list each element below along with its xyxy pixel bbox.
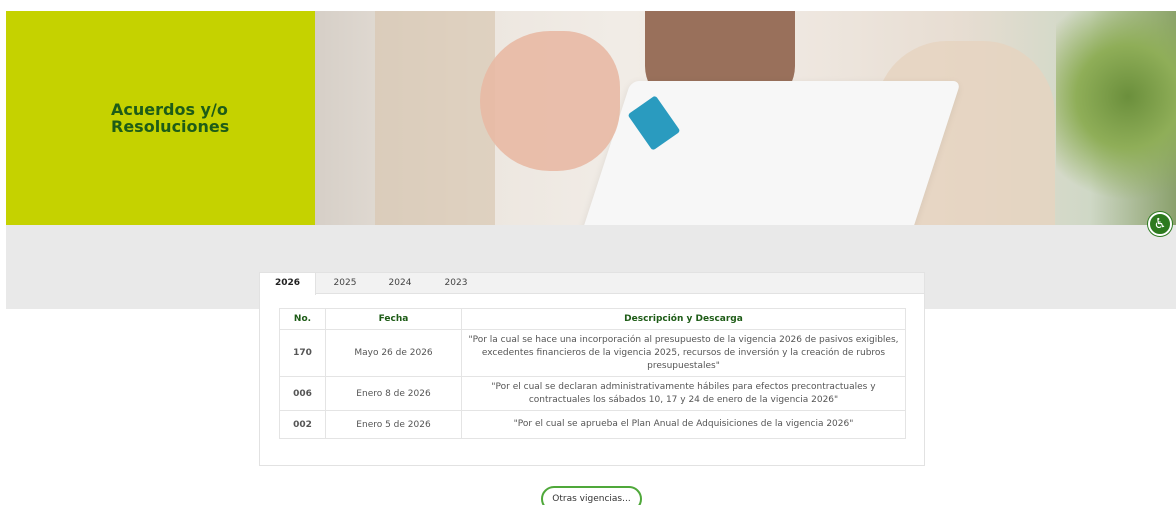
table-header-row: No. Fecha Descripción y Descarga	[279, 308, 906, 330]
table-row: 002 Enero 5 de 2026 "Por el cual se apru…	[279, 410, 906, 439]
row-number: 170	[279, 329, 326, 377]
tab-2023[interactable]: 2023	[428, 273, 484, 294]
column-header-fecha: Fecha	[325, 308, 462, 330]
hero-image	[315, 11, 1176, 225]
column-header-no: No.	[279, 308, 326, 330]
other-years-button[interactable]: Otras vigencias...	[541, 486, 642, 505]
page-title: Acuerdos y/o Resoluciones	[111, 100, 230, 136]
row-number: 002	[279, 410, 326, 439]
row-description-link[interactable]: "Por el cual se declaran administrativam…	[461, 376, 906, 411]
resolutions-card: 2026 2025 2024 2023 No. Fecha Descripció…	[259, 272, 925, 466]
row-date: Enero 5 de 2026	[325, 410, 462, 439]
tab-2026[interactable]: 2026	[260, 273, 316, 295]
table-row: 170 Mayo 26 de 2026 "Por la cual se hace…	[279, 329, 906, 377]
year-tabs: 2026 2025 2024 2023	[260, 273, 924, 295]
page: Acuerdos y/o Resoluciones ♿ 2026 2025 20…	[0, 0, 1176, 505]
tab-2025[interactable]: 2025	[317, 273, 373, 294]
tab-2024[interactable]: 2024	[372, 273, 428, 294]
column-header-descripcion: Descripción y Descarga	[461, 308, 906, 330]
table-row: 006 Enero 8 de 2026 "Por el cual se decl…	[279, 376, 906, 411]
accessibility-icon[interactable]: ♿	[1148, 212, 1172, 236]
hero-title-panel: Acuerdos y/o Resoluciones	[6, 11, 315, 225]
hero-banner: Acuerdos y/o Resoluciones	[6, 11, 1176, 225]
row-date: Mayo 26 de 2026	[325, 329, 462, 377]
accessibility-glyph: ♿	[1153, 216, 1167, 232]
row-date: Enero 8 de 2026	[325, 376, 462, 411]
row-description-link[interactable]: "Por el cual se aprueba el Plan Anual de…	[461, 410, 906, 439]
row-number: 006	[279, 376, 326, 411]
row-description-link[interactable]: "Por la cual se hace una incorporación a…	[461, 329, 906, 377]
resolutions-table: No. Fecha Descripción y Descarga 170 May…	[279, 308, 906, 439]
